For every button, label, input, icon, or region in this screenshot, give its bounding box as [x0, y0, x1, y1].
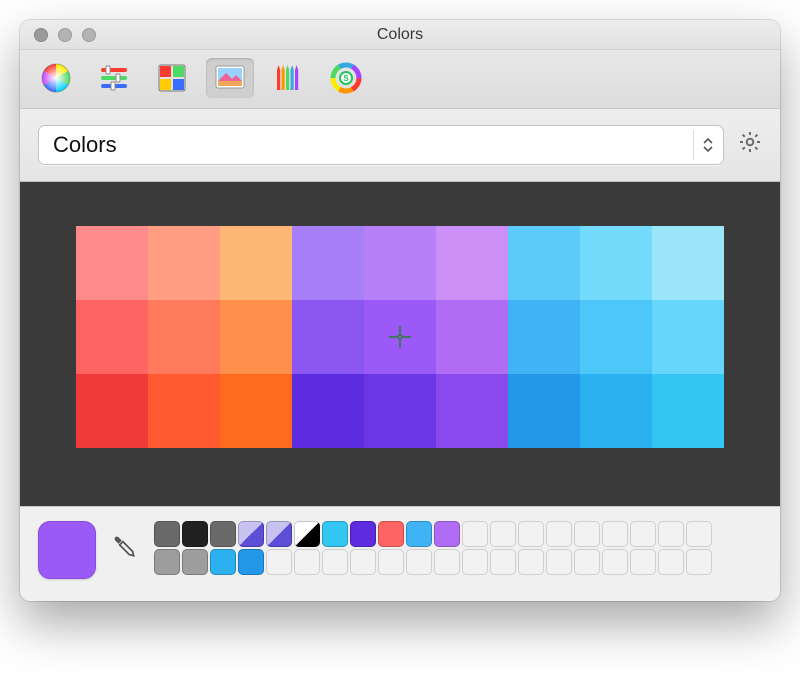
gear-icon[interactable]	[738, 130, 762, 161]
palette-selector-row: Colors	[20, 109, 780, 182]
palette-cell[interactable]	[364, 374, 436, 448]
palette-cell[interactable]	[436, 300, 508, 374]
palette-cell[interactable]	[76, 374, 148, 448]
palette-cell[interactable]	[220, 226, 292, 300]
swatch-slot[interactable]	[602, 521, 628, 547]
palette-cell[interactable]	[148, 300, 220, 374]
palette-cell[interactable]	[508, 226, 580, 300]
palette-cell[interactable]	[580, 374, 652, 448]
palette-grid[interactable]	[76, 226, 724, 448]
window-title: Colors	[20, 26, 780, 44]
swatch-slot[interactable]	[630, 549, 656, 575]
swatch-slot[interactable]	[462, 521, 488, 547]
swatch-slot[interactable]	[658, 549, 684, 575]
image-palettes-tab[interactable]	[206, 58, 254, 98]
swatch-slot[interactable]	[322, 549, 348, 575]
swatch-slot[interactable]	[350, 521, 376, 547]
swatch-slot[interactable]	[238, 521, 264, 547]
swatch-slot[interactable]	[238, 549, 264, 575]
palette-cell[interactable]	[364, 226, 436, 300]
palette-cell[interactable]	[220, 374, 292, 448]
swatch-slot[interactable]	[462, 549, 488, 575]
swatch-slot[interactable]	[574, 521, 600, 547]
swatch-slot[interactable]	[266, 521, 292, 547]
swatch-slot[interactable]	[490, 521, 516, 547]
pencils-tab[interactable]	[264, 58, 312, 98]
palette-cell[interactable]	[652, 226, 724, 300]
swatch-slot[interactable]	[210, 521, 236, 547]
eyedropper-icon[interactable]	[112, 534, 138, 567]
swatch-slot[interactable]	[406, 549, 432, 575]
palette-cell[interactable]	[76, 226, 148, 300]
swatch-slot[interactable]	[658, 521, 684, 547]
swatch-slot[interactable]	[602, 549, 628, 575]
close-window-button[interactable]	[34, 28, 48, 42]
swatch-slot[interactable]	[210, 549, 236, 575]
swatch-slot[interactable]	[546, 549, 572, 575]
swatch-slot[interactable]	[686, 549, 712, 575]
palette-cell[interactable]	[148, 226, 220, 300]
swatch-slot[interactable]	[378, 549, 404, 575]
palette-cell[interactable]	[508, 300, 580, 374]
swatch-slot[interactable]	[350, 549, 376, 575]
palette-select[interactable]: Colors	[38, 125, 724, 165]
current-color-swatch[interactable]	[38, 521, 96, 579]
palette-canvas	[20, 182, 780, 506]
swatch-slot[interactable]	[574, 549, 600, 575]
swatch-slot[interactable]	[546, 521, 572, 547]
palette-cell[interactable]	[652, 374, 724, 448]
color-wheel-icon	[40, 62, 72, 94]
palette-select-label: Colors	[53, 132, 693, 158]
image-icon	[214, 62, 246, 94]
palette-cell[interactable]	[148, 374, 220, 448]
palette-cell[interactable]	[292, 374, 364, 448]
swatch-slot[interactable]	[182, 549, 208, 575]
traffic-lights	[20, 28, 96, 42]
spectrum-tab[interactable]: S	[322, 58, 370, 98]
zoom-window-button[interactable]	[82, 28, 96, 42]
saved-swatches	[154, 521, 762, 575]
swatch-slot[interactable]	[378, 521, 404, 547]
swatch-slot[interactable]	[322, 521, 348, 547]
swatch-slot[interactable]	[686, 521, 712, 547]
palette-cell[interactable]	[652, 300, 724, 374]
swatch-slot[interactable]	[294, 521, 320, 547]
swatch-slot[interactable]	[266, 549, 292, 575]
palette-cell[interactable]	[76, 300, 148, 374]
color-sliders-tab[interactable]	[90, 58, 138, 98]
pencils-icon	[272, 62, 304, 94]
swatch-slot[interactable]	[518, 521, 544, 547]
spectrum-icon: S	[330, 62, 362, 94]
chevron-up-down-icon	[693, 130, 715, 160]
swatch-slot[interactable]	[518, 549, 544, 575]
swatch-slot[interactable]	[434, 521, 460, 547]
swatch-slot[interactable]	[154, 549, 180, 575]
palette-cell[interactable]	[508, 374, 580, 448]
svg-text:S: S	[343, 74, 349, 83]
colors-window: Colors	[20, 20, 780, 601]
palette-cell[interactable]	[364, 300, 436, 374]
swatch-slot[interactable]	[630, 521, 656, 547]
swatch-slot[interactable]	[406, 521, 432, 547]
color-wheel-tab[interactable]	[32, 58, 80, 98]
palette-cell[interactable]	[436, 226, 508, 300]
swatch-slot[interactable]	[434, 549, 460, 575]
titlebar: Colors	[20, 20, 780, 50]
swatch-tray	[20, 506, 780, 601]
swatch-slot[interactable]	[182, 521, 208, 547]
color-palettes-tab[interactable]	[148, 58, 196, 98]
picker-mode-toolbar: S	[20, 50, 780, 109]
palette-cell[interactable]	[220, 300, 292, 374]
minimize-window-button[interactable]	[58, 28, 72, 42]
sliders-icon	[98, 62, 130, 94]
palette-cell[interactable]	[580, 300, 652, 374]
palette-grid-icon	[156, 62, 188, 94]
palette-cell[interactable]	[292, 300, 364, 374]
palette-cell[interactable]	[292, 226, 364, 300]
swatch-slot[interactable]	[154, 521, 180, 547]
palette-cell[interactable]	[436, 374, 508, 448]
swatch-slot[interactable]	[294, 549, 320, 575]
swatch-slot[interactable]	[490, 549, 516, 575]
palette-cell[interactable]	[580, 226, 652, 300]
